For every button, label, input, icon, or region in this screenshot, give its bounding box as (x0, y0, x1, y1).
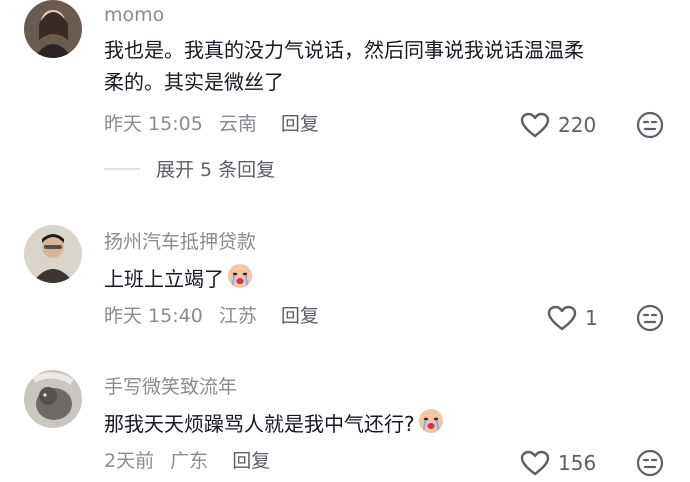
like-count: 156 (558, 451, 597, 475)
comment-text-line: 我也是。我真的没力气说话，然后同事说我说话温温柔 (104, 38, 584, 62)
expand-replies-button[interactable]: 展开 5 条回复 (104, 155, 275, 182)
comment-text: 上班上立竭了 (104, 262, 664, 299)
heart-outline-icon (520, 112, 550, 138)
crying-emoji-icon (417, 407, 445, 444)
comment-text-line: 那我天天烦躁骂人就是我中气还行? (104, 412, 415, 436)
comment-time: 昨天 15:40 (104, 305, 203, 327)
comment-username[interactable]: 扬州汽车抵押贷款 (104, 230, 256, 254)
dislike-face-icon (636, 111, 664, 139)
divider (104, 167, 140, 170)
comment-meta: 昨天 15:40 江苏 回复 (104, 304, 329, 328)
like-count: 220 (558, 113, 597, 137)
dislike-button[interactable] (635, 303, 665, 337)
comment-text-line: 上班上立竭了 (104, 267, 224, 291)
comment-location: 云南 (218, 113, 257, 135)
comment-text-line: 柔的。其实是微丝了 (104, 70, 284, 94)
reply-button[interactable]: 回复 (281, 305, 319, 327)
reply-button[interactable]: 回复 (281, 113, 319, 135)
like-count: 1 (585, 306, 598, 330)
like-button[interactable]: 220 (520, 112, 596, 138)
comment-text: 那我天天烦躁骂人就是我中气还行? (104, 407, 664, 444)
comment-meta: 昨天 15:05 云南 回复 (104, 112, 329, 136)
heart-outline-icon (547, 305, 577, 331)
expand-replies-label: 展开 5 条回复 (156, 159, 276, 181)
comment-username[interactable]: 手写微笑致流年 (104, 375, 237, 399)
like-button[interactable]: 156 (520, 450, 596, 476)
dislike-button[interactable] (635, 448, 665, 482)
like-button[interactable]: 1 (547, 305, 598, 331)
comment-meta: 2天前 广东 回复 (104, 449, 280, 473)
avatar[interactable] (24, 370, 82, 428)
comment-time: 昨天 15:05 (104, 113, 203, 135)
dislike-face-icon (636, 304, 664, 332)
crying-emoji-icon (226, 262, 254, 299)
heart-outline-icon (520, 450, 550, 476)
dislike-face-icon (636, 449, 664, 477)
comment-username[interactable]: momo (104, 3, 164, 27)
comment-location: 江苏 (218, 305, 257, 327)
comment-time: 2天前 (104, 450, 155, 472)
avatar[interactable] (24, 225, 82, 283)
dislike-button[interactable] (635, 110, 665, 144)
avatar[interactable] (24, 0, 82, 58)
comment-text: 我也是。我真的没力气说话，然后同事说我说话温温柔 柔的。其实是微丝了 (104, 34, 664, 98)
reply-button[interactable]: 回复 (232, 450, 270, 472)
comment-location: 广东 (170, 450, 209, 472)
